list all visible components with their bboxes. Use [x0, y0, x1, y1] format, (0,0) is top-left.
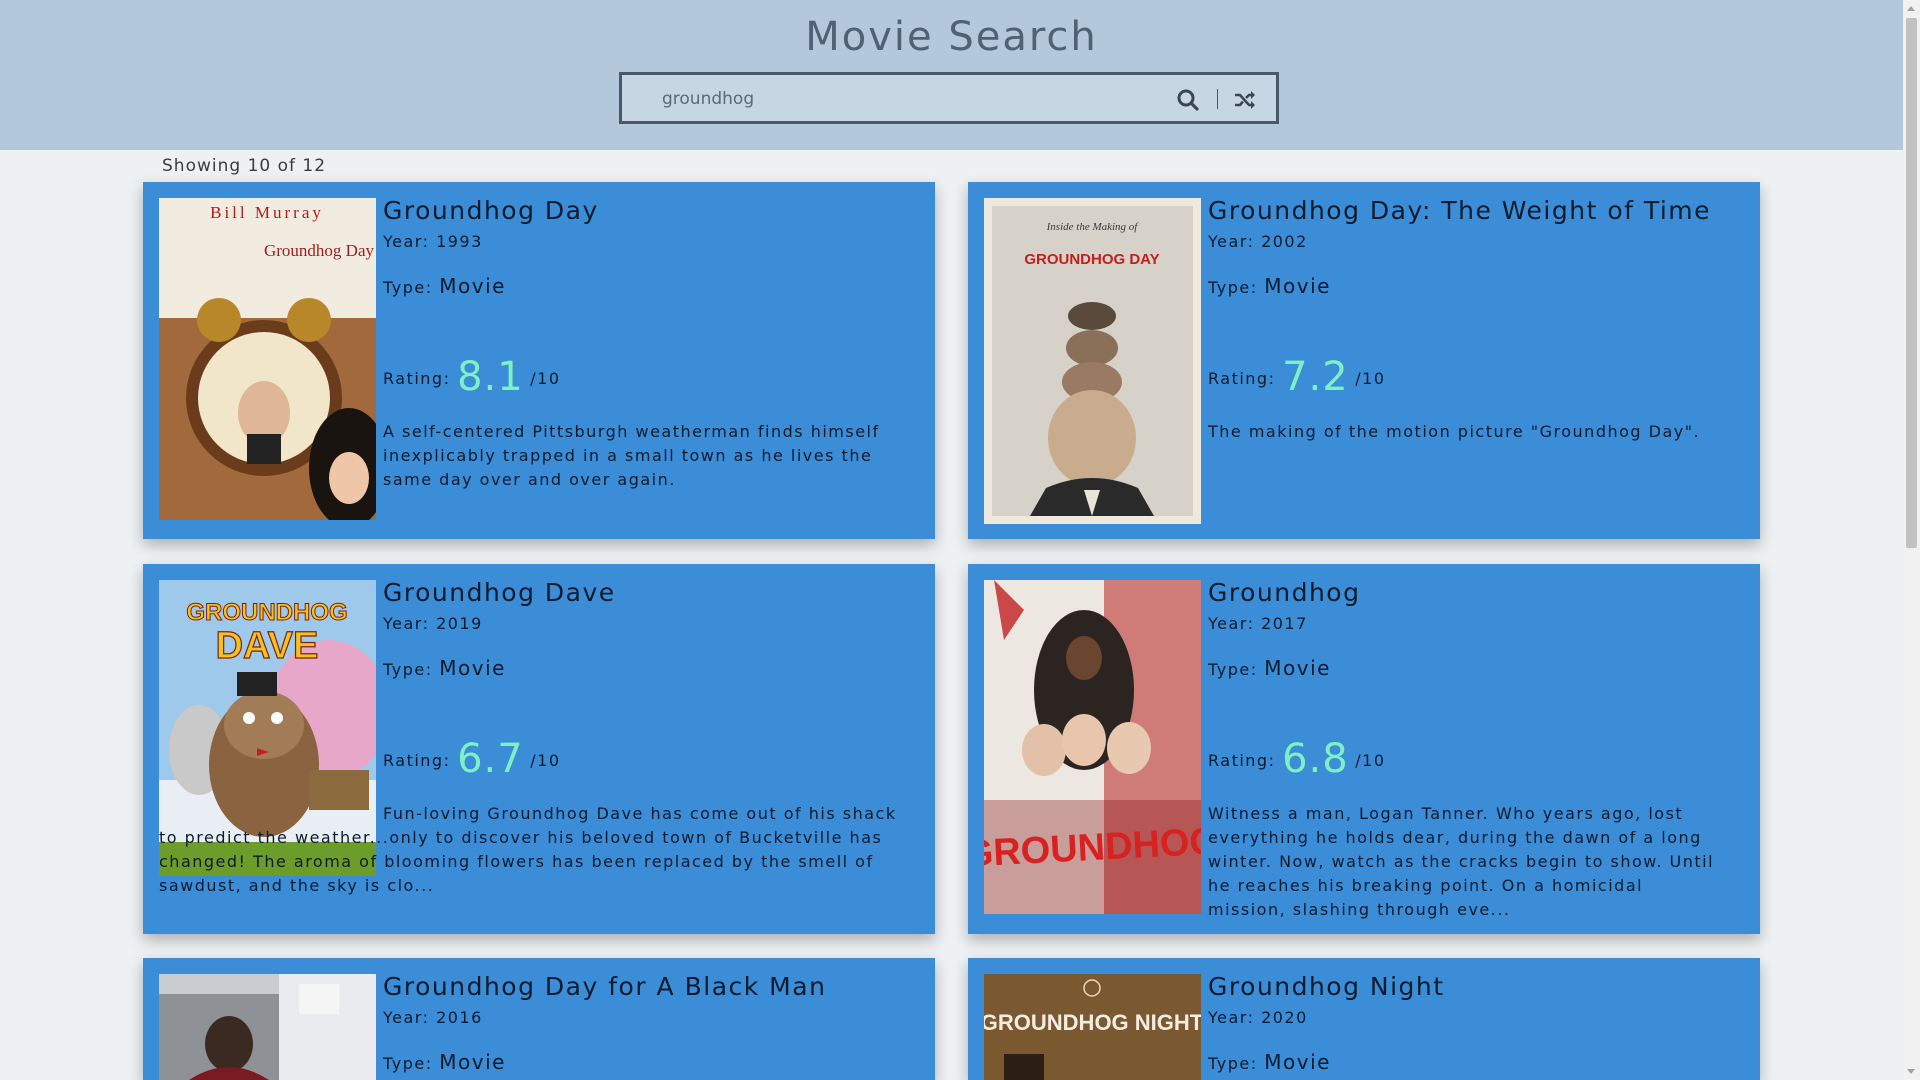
poster-text-top: Inside the Making of	[1046, 221, 1140, 233]
movie-rating: Rating: 6.8 /10	[1208, 736, 1386, 782]
poster-text-main: GROUNDHOG DAY	[1024, 251, 1159, 268]
movie-card[interactable]: Inside the Making of GROUNDHOG DAY Groun…	[968, 182, 1760, 539]
movie-type-value: Movie	[1264, 656, 1331, 680]
rating-score: 6.7	[457, 736, 524, 782]
movie-type-value: Movie	[439, 274, 506, 298]
movie-rating: Rating: 7.2 /10	[1208, 354, 1386, 400]
shuffle-icon[interactable]	[1232, 87, 1258, 113]
search-icon[interactable]	[1175, 87, 1201, 113]
movie-type: Type: Movie	[383, 656, 506, 680]
rating-score: 8.1	[457, 354, 524, 400]
search-box	[619, 72, 1279, 124]
page-title: Movie Search	[805, 14, 1098, 60]
search-divider	[1217, 89, 1218, 109]
movie-card[interactable]: Bill Murray Groundhog Day Groundhog Day …	[143, 182, 935, 539]
movie-rating: Rating: 6.7 /10	[383, 736, 561, 782]
movie-type: Type: Movie	[1208, 656, 1331, 680]
movie-description: Witness a man, Logan Tanner. Who years a…	[1208, 804, 1715, 919]
car-window-poster	[159, 974, 376, 1080]
page-scrollbar[interactable]	[1903, 0, 1920, 1080]
movie-title[interactable]: Groundhog Day: The Weight of Time	[1208, 196, 1711, 225]
movie-title[interactable]: Groundhog Night	[1208, 972, 1445, 1001]
movie-year: Year: 2016	[383, 1008, 483, 1027]
scroll-down-icon[interactable]	[1907, 1069, 1915, 1074]
poster-text-main: Groundhog Day	[264, 241, 375, 260]
rating-score: 7.2	[1282, 354, 1349, 400]
movie-year: Year: 1993	[383, 232, 483, 251]
movie-year: Year: 2020	[1208, 1008, 1308, 1027]
movie-type-value: Movie	[439, 656, 506, 680]
results-count: Showing 10 of 12	[162, 156, 327, 176]
poster-text-main: GROUNDHOG NIGHT	[984, 1010, 1201, 1035]
poster-text-top: GROUNDHOG	[186, 599, 347, 626]
horror-poster: GROUNDHOG	[984, 580, 1201, 914]
scrollbar-thumb[interactable]	[1906, 18, 1917, 548]
movie-description: Fun-loving Groundhog Dave has come out o…	[159, 804, 897, 895]
movie-type: Type: Movie	[1208, 274, 1331, 298]
movie-year: Year: 2002	[1208, 232, 1308, 251]
movie-type: Type: Movie	[1208, 1050, 1331, 1074]
movie-card[interactable]: Groundhog Day for A Black Man Year: 2016…	[143, 958, 935, 1080]
movie-card[interactable]: GROUNDHOG Groundhog Year: 2017 Type: Mov…	[968, 564, 1760, 934]
movie-year: Year: 2017	[1208, 614, 1308, 633]
movie-card[interactable]: GROUNDHOG DAVE Groundhog Dave Year: 2019…	[143, 564, 935, 934]
movie-type-value: Movie	[439, 1050, 506, 1074]
movie-title[interactable]: Groundhog	[1208, 578, 1360, 607]
movie-description: A self-centered Pittsburgh weatherman fi…	[383, 422, 880, 489]
rating-score: 6.8	[1282, 736, 1349, 782]
movie-rating: Rating: 8.1 /10	[383, 354, 561, 400]
header-bar: Movie Search	[0, 0, 1903, 150]
movie-title[interactable]: Groundhog Day	[383, 196, 599, 225]
poster-text-main: DAVE	[216, 625, 319, 667]
movie-title[interactable]: Groundhog Day for A Black Man	[383, 972, 826, 1001]
stacked-faces-poster: Inside the Making of GROUNDHOG DAY	[984, 198, 1201, 524]
movie-description: The making of the motion picture "Ground…	[1208, 422, 1701, 441]
search-input[interactable]	[660, 85, 1184, 113]
movie-type: Type: Movie	[383, 1050, 506, 1074]
night-poster: GROUNDHOG NIGHT	[984, 974, 1201, 1080]
movie-title[interactable]: Groundhog Dave	[383, 578, 616, 607]
movie-card[interactable]: GROUNDHOG NIGHT Groundhog Night Year: 20…	[968, 958, 1760, 1080]
poster-text-top: Bill Murray	[210, 203, 324, 222]
scroll-up-icon[interactable]	[1907, 6, 1915, 11]
movie-year: Year: 2019	[383, 614, 483, 633]
movie-type-value: Movie	[1264, 1050, 1331, 1074]
alarm-clock-poster: Bill Murray Groundhog Day	[159, 198, 376, 520]
movie-type-value: Movie	[1264, 274, 1331, 298]
movie-type: Type: Movie	[383, 274, 506, 298]
